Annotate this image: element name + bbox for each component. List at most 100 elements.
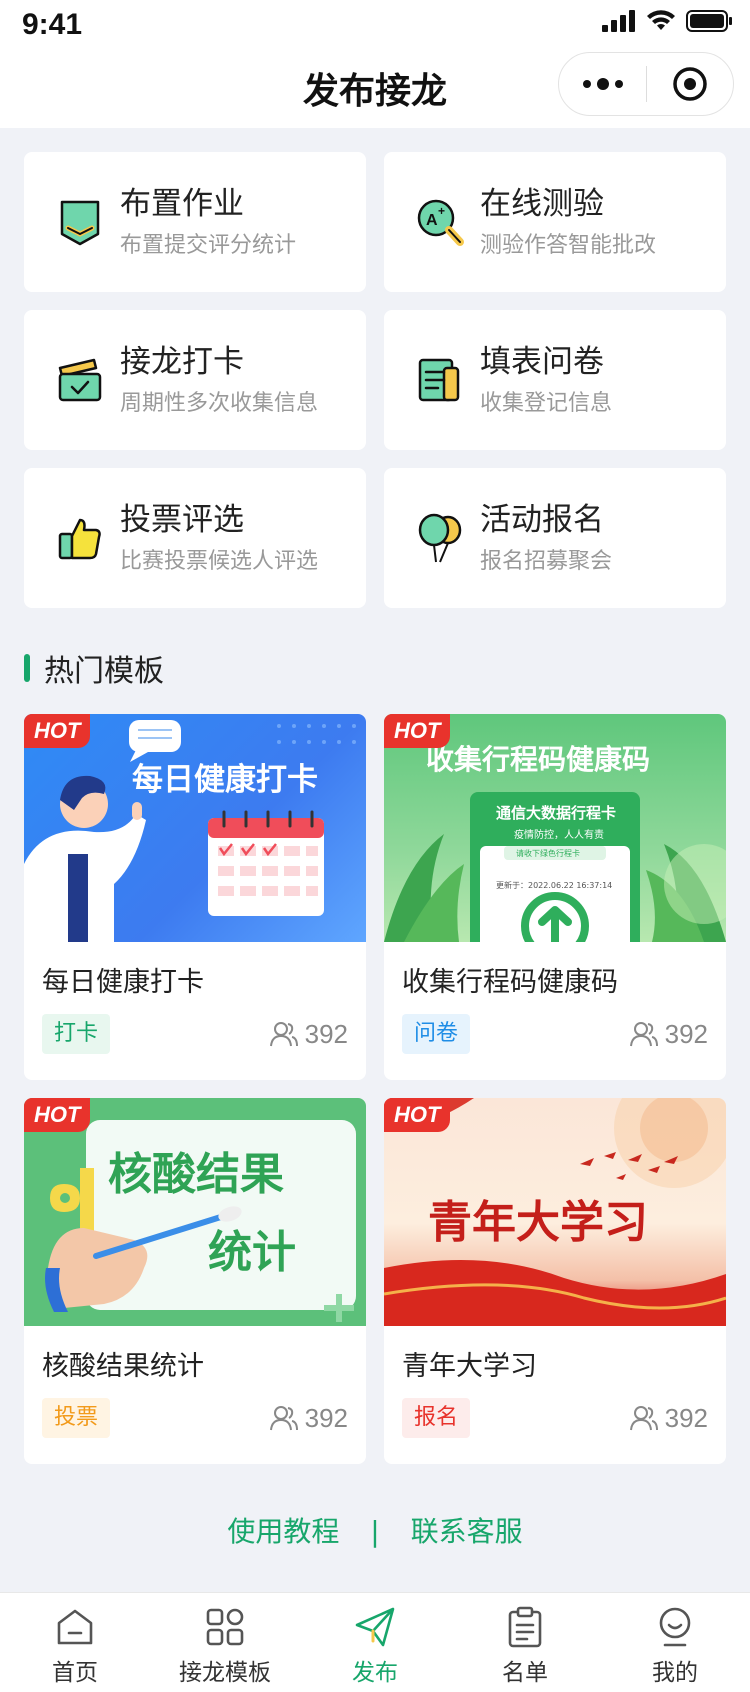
grid-icon (206, 1608, 244, 1646)
profile-icon (659, 1607, 691, 1647)
clipboard-icon (508, 1606, 542, 1648)
thumbnail-card-time: 更新于：2022.06.22 16:37:14 (496, 881, 613, 890)
feature-text: 填表问卷 收集登记信息 (480, 342, 612, 420)
more-icon-right (614, 80, 623, 88)
wifi-icon (647, 10, 675, 30)
feature-text: 活动报名 报名招募聚会 (480, 500, 612, 578)
template-name: 每日健康打卡 (42, 967, 204, 998)
template-tag: 投票 (42, 1398, 111, 1438)
thumbnail-title: 每日健康打卡 (132, 762, 318, 798)
thumbnail-card-title: 通信大数据行程卡 (496, 804, 617, 822)
feature-grid: 布置作业 布置提交评分统计 A + 在线测验 测验作答智能批改 接龙打卡 周期性… (24, 152, 726, 608)
feature-title: 填表问卷 (480, 344, 604, 380)
template-thumbnail: 青年大学习 HOT (384, 1098, 726, 1326)
tab-label: 接龙模板 (179, 1660, 271, 1686)
feature-card-signup[interactable]: 活动报名 报名招募聚会 (384, 468, 726, 608)
thumbnail-card-subtitle: 疫情防控，人人有责 (514, 830, 604, 841)
feature-title: 在线测验 (480, 186, 604, 222)
feature-title: 布置作业 (120, 186, 244, 222)
more-icon (582, 80, 591, 88)
template-tag: 打卡 (42, 1014, 111, 1054)
tab-label: 我的 (652, 1660, 698, 1686)
section-title: 热门模板 (44, 654, 164, 689)
feature-card-quiz[interactable]: A + 在线测验 测验作答智能批改 (384, 152, 726, 292)
template-tag: 问卷 (402, 1014, 471, 1054)
tab-label: 首页 (52, 1660, 98, 1686)
quiz-icon: A + (417, 199, 464, 246)
tab-bar: 首页 接龙模板 发布 名单 我的 (0, 1592, 750, 1692)
section-header: 热门模板 (24, 648, 164, 689)
svg-text:A: A (426, 212, 438, 229)
template-thumbnail: 核酸结果 统计 HOT (24, 1098, 366, 1326)
tab-profile[interactable]: 我的 (600, 1593, 750, 1692)
mini-program-capsule (558, 52, 734, 116)
thumbs-up-icon (58, 518, 101, 560)
close-button[interactable] (647, 52, 733, 116)
hot-badge: HOT (24, 714, 91, 748)
hot-badge: HOT (384, 1098, 451, 1132)
template-card-health-checkin[interactable]: 每日健康打卡 HOT 每日健康打卡 打卡 392 (24, 714, 366, 1080)
tab-list[interactable]: 名单 (450, 1593, 600, 1692)
feature-card-form[interactable]: 填表问卷 收集登记信息 (384, 310, 726, 450)
svg-text:+: + (438, 204, 445, 218)
send-icon (355, 1607, 395, 1647)
feature-subtitle: 比赛投票候选人评选 (120, 549, 319, 574)
template-thumbnail: 每日健康打卡 HOT (24, 714, 366, 942)
template-card-pcr-results[interactable]: 核酸结果 统计 HOT 核酸结果统计 投票 392 (24, 1098, 366, 1464)
signal-icon (602, 10, 635, 32)
users-icon (629, 1406, 658, 1431)
thumbnail-title: 收集行程码健康码 (426, 743, 651, 776)
feature-card-homework[interactable]: 布置作业 布置提交评分统计 (24, 152, 366, 292)
tab-label: 发布 (352, 1660, 398, 1686)
participant-count: 392 (629, 1398, 708, 1438)
count-value: 392 (304, 1402, 348, 1433)
more-button[interactable] (559, 52, 646, 116)
home-icon (57, 1609, 93, 1645)
template-thumbnail: 收集行程码健康码 通信大数据行程卡 疫情防控，人人有责 请收下绿色行程卡 更新于… (384, 714, 726, 942)
feature-text: 在线测验 测验作答智能批改 (480, 184, 656, 262)
tab-publish[interactable]: 发布 (300, 1593, 450, 1692)
section-accent-bar (24, 654, 30, 682)
footer-links: 使用教程 | 联系客服 (0, 1510, 750, 1550)
count-value: 392 (664, 1402, 708, 1433)
count-value: 392 (304, 1018, 348, 1049)
doctor-illustration (24, 720, 356, 942)
template-card-youth-study[interactable]: 青年大学习 HOT 青年大学习 报名 392 (384, 1098, 726, 1464)
thumbnail-title-line1: 核酸结果 (108, 1149, 284, 1200)
more-icon-center (596, 78, 609, 90)
tutorial-link[interactable]: 使用教程 (227, 1510, 339, 1550)
thumbnail-title-line2: 统计 (208, 1227, 296, 1278)
form-icon (418, 358, 460, 402)
feature-subtitle: 测验作答智能批改 (480, 233, 657, 258)
feature-card-checkin[interactable]: 接龙打卡 周期性多次收集信息 (24, 310, 366, 450)
participant-count: 392 (629, 1014, 708, 1054)
template-card-travel-code[interactable]: 收集行程码健康码 通信大数据行程卡 疫情防控，人人有责 请收下绿色行程卡 更新于… (384, 714, 726, 1080)
status-icons (602, 10, 732, 32)
tab-label: 名单 (502, 1660, 548, 1686)
template-name: 核酸结果统计 (42, 1351, 204, 1382)
target-icon (673, 67, 707, 101)
support-link[interactable]: 联系客服 (411, 1510, 523, 1550)
battery-icon (686, 10, 732, 32)
feature-text: 接龙打卡 周期性多次收集信息 (120, 342, 318, 420)
nav-bar: 发布接龙 (0, 52, 750, 128)
tab-home[interactable]: 首页 (0, 1593, 150, 1692)
feature-title: 投票评选 (120, 502, 244, 538)
status-bar: 9:41 (0, 0, 750, 54)
feature-subtitle: 布置提交评分统计 (120, 233, 297, 258)
count-value: 392 (664, 1018, 708, 1049)
feature-text: 布置作业 布置提交评分统计 (120, 184, 296, 262)
feature-subtitle: 报名招募聚会 (480, 549, 613, 574)
feature-card-vote[interactable]: 投票评选 比赛投票候选人评选 (24, 468, 366, 608)
participant-count: 392 (269, 1014, 348, 1054)
thumbnail-card-button: 请收下绿色行程卡 (516, 849, 580, 858)
status-time: 9:41 (22, 8, 83, 41)
template-grid: 每日健康打卡 HOT 每日健康打卡 打卡 392 收集行程码健康码 通信大数据行… (24, 714, 726, 1464)
tab-templates[interactable]: 接龙模板 (150, 1593, 300, 1692)
feature-subtitle: 收集登记信息 (480, 391, 613, 416)
participant-count: 392 (269, 1398, 348, 1438)
feature-text: 投票评选 比赛投票候选人评选 (120, 500, 318, 578)
homework-icon (60, 200, 100, 246)
swab-illustration (45, 1120, 356, 1322)
users-icon (629, 1022, 658, 1047)
